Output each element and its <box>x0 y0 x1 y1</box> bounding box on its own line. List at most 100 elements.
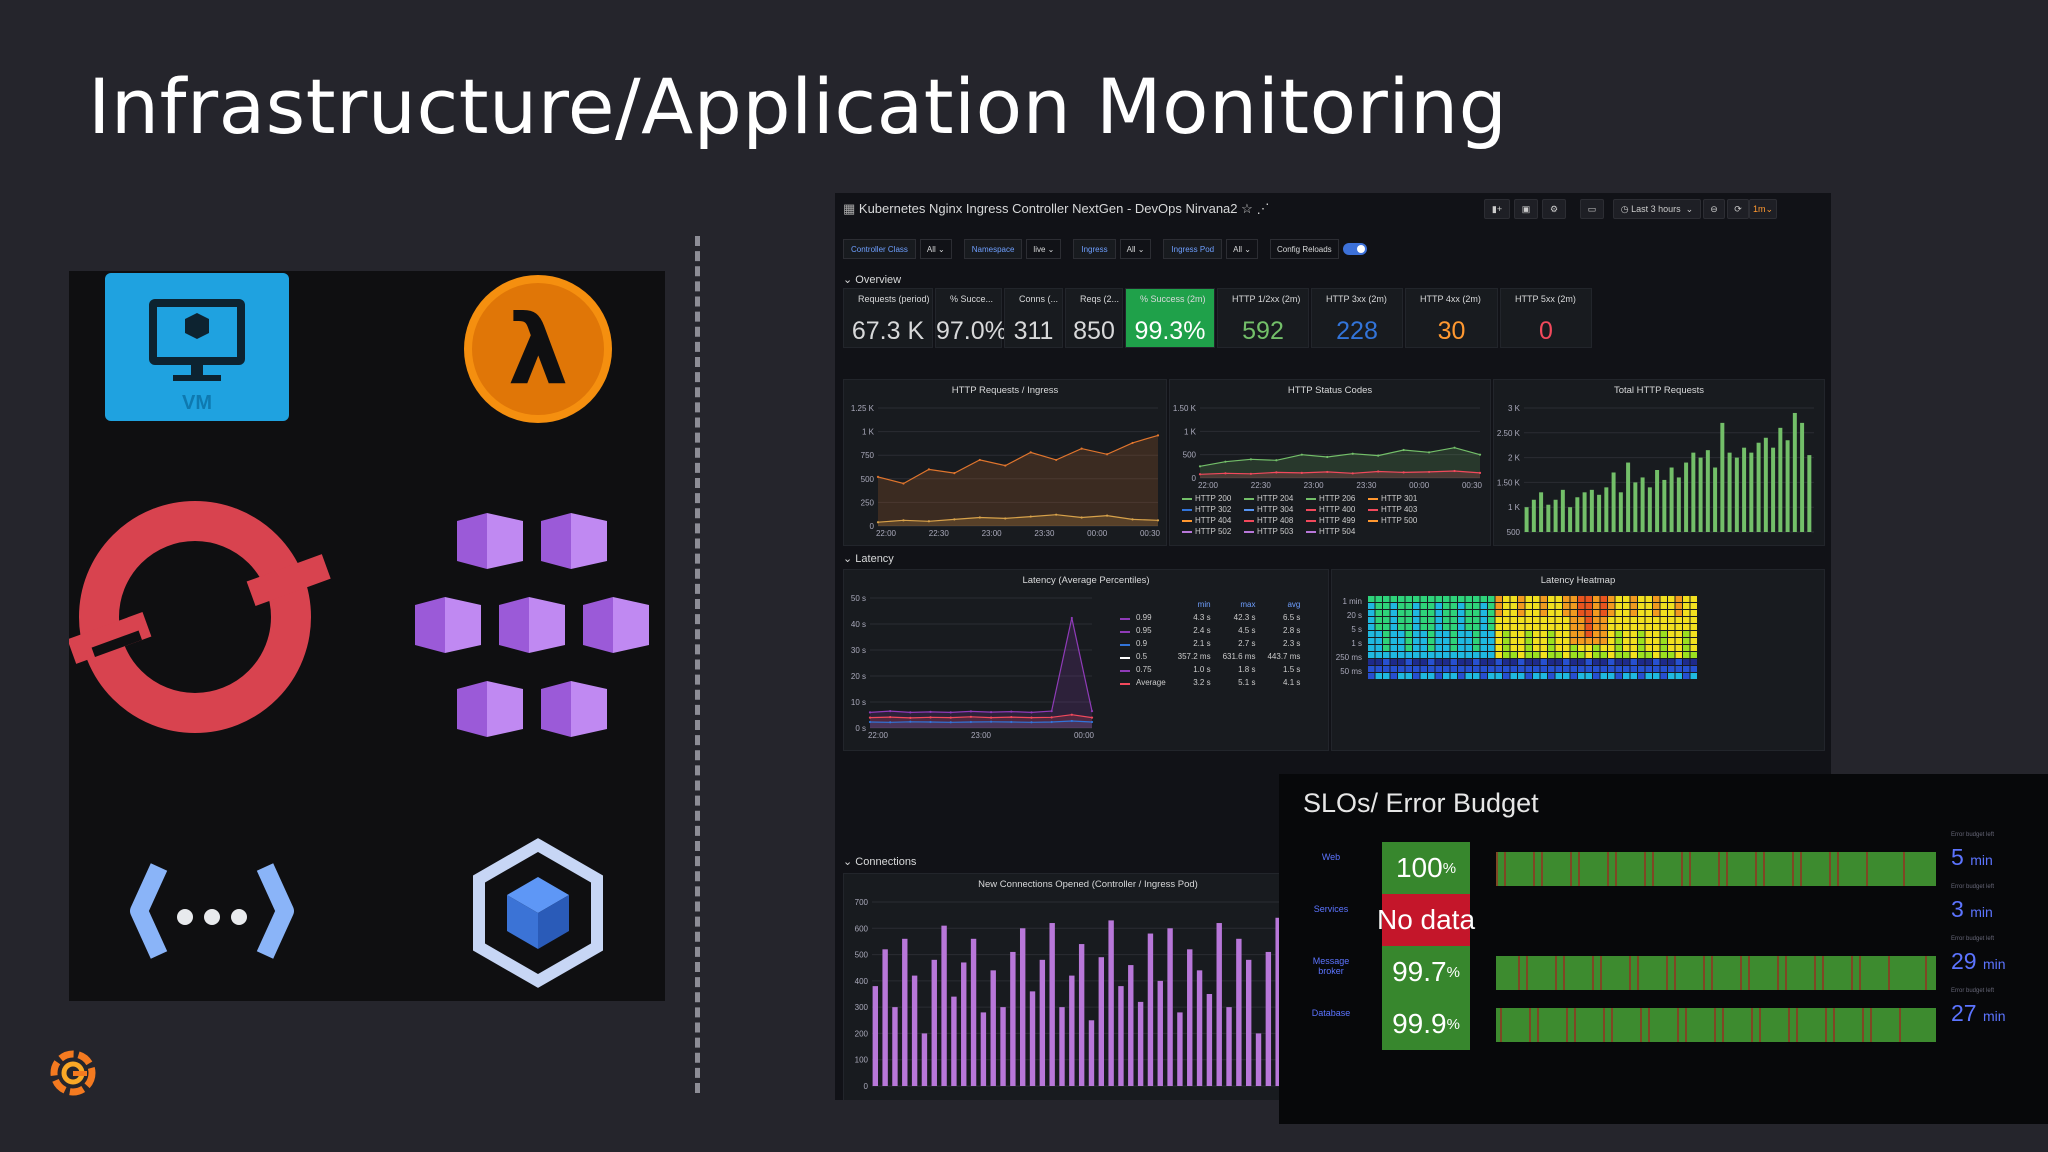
heatmap-cell <box>1630 645 1637 651</box>
stat-panel[interactable]: % Succe... 97.0% <box>935 288 1007 348</box>
slo-row[interactable]: Services No data Error budget left 3 min <box>1279 884 2048 946</box>
error-marker <box>1644 852 1646 886</box>
legend-item[interactable]: HTTP 206 <box>1306 494 1368 503</box>
heatmap-cell <box>1443 603 1450 609</box>
stat-value: 850 <box>1073 317 1115 345</box>
row-connections[interactable]: ⌄ Connections <box>843 855 916 868</box>
legend-item[interactable]: HTTP 302 <box>1182 505 1244 514</box>
save-dashboard-button[interactable]: ▣ <box>1514 199 1538 219</box>
zoom-out-button[interactable]: ⊖ <box>1703 199 1725 219</box>
legend-item[interactable]: HTTP 503 <box>1244 527 1306 536</box>
heatmap-cell <box>1398 659 1405 665</box>
heatmap-cell <box>1473 624 1480 630</box>
settings-gear-button[interactable]: ⚙ <box>1542 199 1566 219</box>
bar <box>1147 933 1154 1086</box>
slo-value-unit: % <box>1442 859 1457 877</box>
heatmap-cell <box>1585 645 1592 651</box>
heatmap-cell <box>1503 666 1510 672</box>
refresh-button[interactable]: ⟳ <box>1727 199 1749 219</box>
legend-swatch <box>1182 519 1192 522</box>
latency-legend-row[interactable]: 0.99 4.3 s 42.3 s 6.5 s <box>1114 611 1306 624</box>
legend-item[interactable]: HTTP 404 <box>1182 516 1244 525</box>
y-tick-label: 0 <box>870 522 875 531</box>
heatmap-cell <box>1608 666 1615 672</box>
heatmap-cell <box>1420 638 1427 644</box>
legend-item[interactable]: HTTP 408 <box>1244 516 1306 525</box>
stat-panel[interactable]: HTTP 4xx (2m) 30 <box>1405 288 1498 348</box>
legend-item[interactable]: HTTP 204 <box>1244 494 1306 503</box>
var-select-ingress[interactable]: All ⌄ <box>1119 239 1152 259</box>
dashboard-title[interactable]: ▦ Kubernetes Nginx Ingress Controller Ne… <box>843 201 1269 217</box>
y-tick-label: 20 s <box>851 672 866 681</box>
legend-item[interactable]: HTTP 500 <box>1368 516 1430 525</box>
star-icon[interactable]: ☆ <box>1241 201 1253 216</box>
legend-item[interactable]: HTTP 400 <box>1306 505 1368 514</box>
legend-item[interactable]: HTTP 502 <box>1182 527 1244 536</box>
bar <box>1236 938 1242 1086</box>
error-marker <box>1748 956 1750 990</box>
panel-latency-heatmap[interactable]: Latency Heatmap 1 min 20 s 5 s 1 s 250 ms 50 … <box>1331 569 1825 751</box>
latency-legend-row[interactable]: 0.9 2.1 s 2.7 s 2.3 s <box>1114 637 1306 650</box>
stat-panel[interactable]: HTTP 3xx (2m) 228 <box>1311 288 1403 348</box>
heatmap-cell <box>1548 596 1555 602</box>
heatmap-cell <box>1570 624 1577 630</box>
panel-new-connections[interactable]: New Connections Opened (Controller / Ing… <box>843 873 1333 1100</box>
legend-item[interactable]: HTTP 504 <box>1306 527 1368 536</box>
heatmap-cell <box>1653 659 1660 665</box>
stat-panel[interactable]: HTTP 5xx (2m) 0 <box>1500 288 1592 348</box>
time-picker[interactable]: ◷ Last 3 hours ⌄ <box>1613 199 1701 219</box>
tv-mode-button[interactable]: ▭ <box>1580 199 1604 219</box>
heatmap-cell <box>1390 596 1397 602</box>
legend-item[interactable]: HTTP 304 <box>1244 505 1306 514</box>
bar <box>1553 499 1558 532</box>
var-select-controller-class[interactable]: All ⌄ <box>919 239 952 259</box>
legend-item[interactable]: HTTP 499 <box>1306 516 1368 525</box>
row-latency[interactable]: ⌄ Latency <box>843 552 894 565</box>
panel-http-requests[interactable]: HTTP Requests / Ingress 0 250 500 750 1 K 1.2… <box>843 379 1167 546</box>
y-tick-label: 1 K <box>862 428 875 437</box>
heatmap-cell <box>1458 666 1465 672</box>
heatmap-cell <box>1458 652 1465 658</box>
x-tick-label: 22:00 <box>876 529 897 538</box>
error-marker <box>1722 1008 1724 1042</box>
y-tick-label: 1 K <box>1184 427 1197 436</box>
refresh-interval-picker[interactable]: 1m ⌄ <box>1749 199 1777 219</box>
var-select-ingress-pod[interactable]: All ⌄ <box>1226 239 1258 259</box>
stat-panel[interactable]: % Success (2m) 99.3% <box>1125 288 1215 348</box>
heatmap-cell <box>1638 638 1645 644</box>
error-marker <box>1566 1008 1568 1042</box>
legend-item[interactable]: HTTP 403 <box>1368 505 1430 514</box>
series-area <box>878 435 1158 526</box>
heatmap-cell <box>1615 603 1622 609</box>
legend-swatch <box>1306 519 1316 522</box>
panel-status-codes[interactable]: HTTP Status Codes 0 500 1 K 1.50 K 22:00 22:3… <box>1169 379 1491 546</box>
add-panel-button[interactable]: ▮+ <box>1484 199 1510 219</box>
heatmap-cell <box>1585 666 1592 672</box>
share-icon[interactable]: ⋰ <box>1256 201 1269 216</box>
slo-row[interactable]: Message broker 99.7% Error budget left 29 m… <box>1279 936 2048 998</box>
stat-panel[interactable]: Reqs (2... 850 <box>1065 288 1123 348</box>
slo-row[interactable]: Web 100% Error budget left 5 min <box>1279 832 2048 894</box>
legend-item[interactable]: HTTP 301 <box>1368 494 1430 503</box>
data-point <box>1156 519 1160 522</box>
latency-legend-row[interactable]: 0.75 1.0 s 1.8 s 1.5 s <box>1114 663 1306 676</box>
latency-legend-row[interactable]: 0.5 357.2 ms 631.6 ms 443.7 ms <box>1114 650 1306 663</box>
slo-row[interactable]: Database 99.9% Error budget left 27 min <box>1279 988 2048 1050</box>
latency-legend-row[interactable]: 0.95 2.4 s 4.5 s 2.8 s <box>1114 624 1306 637</box>
heatmap-cell <box>1593 624 1600 630</box>
panel-total-requests[interactable]: Total HTTP Requests 500 1 K 1.50 K 2 K 2.50 … <box>1493 379 1825 546</box>
panel-latency-avg[interactable]: Latency (Average Percentiles) 0 s 10 s 20 … <box>843 569 1329 751</box>
stat-panel[interactable]: Conns (... 311 <box>1004 288 1063 348</box>
row-overview[interactable]: ⌄ Overview <box>843 273 901 286</box>
var-select-namespace[interactable]: live ⌄ <box>1026 239 1062 259</box>
legend-item[interactable]: HTTP 200 <box>1182 494 1244 503</box>
heatmap-cell <box>1608 645 1615 651</box>
legend-swatch <box>1368 519 1378 522</box>
heatmap-cell <box>1668 652 1675 658</box>
latency-legend-row[interactable]: Average 3.2 s 5.1 s 4.1 s <box>1114 676 1306 689</box>
heatmap-cell <box>1525 659 1532 665</box>
heatmap-cell <box>1473 652 1480 658</box>
config-reloads-toggle[interactable] <box>1342 243 1367 255</box>
stat-panel[interactable]: Requests (period) 67.3 K <box>843 288 933 348</box>
stat-panel[interactable]: HTTP 1/2xx (2m) 592 <box>1217 288 1309 348</box>
